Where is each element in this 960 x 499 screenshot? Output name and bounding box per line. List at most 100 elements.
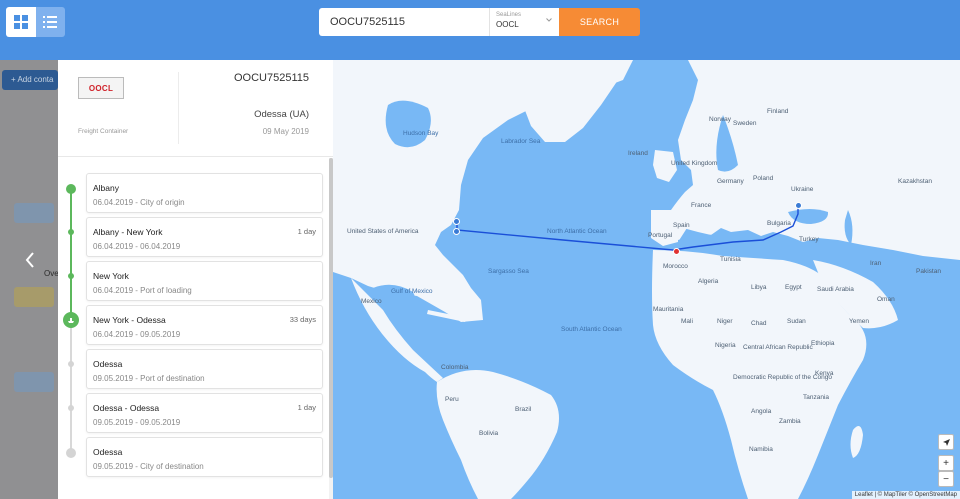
timeline-step[interactable]: Odessa 09.05.2019 - Port of destination — [86, 349, 323, 389]
destination-marker[interactable] — [795, 202, 802, 209]
greenland-landmass — [513, 60, 633, 142]
map-label: Nigeria — [715, 342, 736, 349]
grid-view-button[interactable] — [6, 7, 36, 37]
step-title: Albany — [93, 183, 119, 193]
zoom-in-button[interactable]: + — [938, 455, 954, 471]
list-view-button[interactable] — [35, 7, 65, 37]
timeline-step[interactable]: Albany 06.04.2019 - City of origin — [86, 173, 323, 213]
container-details-panel: OOCL Freight Container OOCU7525115 Odess… — [58, 60, 333, 499]
madagascar — [850, 426, 863, 458]
background-over-label: Ove — [44, 269, 59, 278]
map-label: Tunisia — [720, 256, 741, 263]
port-marker[interactable] — [453, 228, 460, 235]
panel-header: OOCL Freight Container OOCU7525115 Odess… — [58, 60, 333, 157]
map-label: Bulgaria — [767, 220, 791, 227]
sealine-value: OOCL — [496, 20, 519, 29]
map-label: Sudan — [787, 318, 806, 325]
container-number: OOCU7525115 — [233, 72, 309, 84]
timeline: Albany 06.04.2019 - City of origin Alban… — [58, 158, 333, 499]
map-label: Morocco — [663, 263, 688, 270]
step-title: Odessa - Odessa — [93, 403, 160, 413]
map-label: Angola — [751, 408, 772, 415]
origin-marker[interactable] — [453, 218, 460, 225]
map-label: Ukraine — [791, 186, 814, 193]
navigation-arrow-icon — [942, 438, 950, 446]
carrier-logo-text: OOCL — [88, 83, 114, 93]
top-bar: SeaLines OOCL SEARCH — [0, 0, 960, 44]
background-bar — [14, 203, 54, 223]
map-label: Bolivia — [479, 430, 499, 437]
carrier-logo: OOCL — [78, 77, 124, 99]
timeline-step[interactable]: Albany - New York 06.04.2019 - 06.04.201… — [86, 217, 323, 257]
search-input[interactable] — [330, 16, 478, 28]
map-label: Sargasso Sea — [488, 268, 529, 275]
timeline-step[interactable]: New York - Odessa 06.04.2019 - 09.05.201… — [86, 305, 323, 345]
background-bar — [14, 372, 54, 392]
chevron-down-icon — [546, 18, 552, 22]
map-label: Algeria — [698, 278, 719, 285]
map-label: Kazakhstan — [898, 178, 932, 185]
timeline-dot-completed — [66, 184, 76, 194]
current-position-marker[interactable] — [673, 248, 680, 255]
map-label: Portugal — [648, 232, 673, 239]
map-label: Mexico — [361, 298, 382, 305]
step-subtitle: 06.04.2019 - 06.04.2019 — [93, 242, 181, 251]
hudson-bay-water — [385, 100, 431, 148]
timeline-dot-pending — [68, 361, 74, 367]
map-label: United States of America — [347, 228, 419, 235]
timeline-step[interactable]: Odessa 09.05.2019 - City of destination — [86, 437, 323, 477]
map-label: South Atlantic Ocean — [561, 326, 622, 333]
step-subtitle: 09.05.2019 - City of destination — [93, 462, 204, 471]
map-label: Poland — [753, 175, 774, 182]
map-label: Zambia — [779, 418, 801, 425]
step-title: Odessa — [93, 447, 123, 457]
map-label: Niger — [717, 318, 733, 325]
map-label: Central African Republic — [743, 344, 813, 351]
map-label: Norway — [709, 116, 732, 123]
zoom-out-button[interactable]: − — [938, 471, 954, 487]
map-label: Finland — [767, 108, 789, 115]
map-attribution[interactable]: Leaflet | © MapTiler © OpenStreetMap — [851, 491, 960, 499]
map-base — [333, 60, 960, 499]
map-label: Saudi Arabia — [817, 286, 854, 293]
timeline-dot-pending — [68, 405, 74, 411]
sealine-select[interactable]: SeaLines OOCL — [489, 8, 559, 36]
timeline-progress-line — [70, 188, 72, 320]
timeline-step[interactable]: New York 06.04.2019 - Port of loading — [86, 261, 323, 301]
search-button[interactable]: SEARCH — [559, 8, 640, 36]
map-label: Spain — [673, 222, 690, 229]
map-label: Democratic Republic of the Congo — [733, 374, 832, 381]
step-duration: 33 days — [289, 315, 316, 324]
timeline-dot-completed — [68, 229, 74, 235]
grid-icon — [13, 15, 28, 29]
timeline-dot-completed — [68, 273, 74, 279]
freight-container-label: Freight Container — [78, 128, 129, 135]
timeline-dot-current — [63, 312, 79, 328]
step-subtitle: 06.04.2019 - Port of loading — [93, 286, 192, 295]
route-map[interactable]: Hudson Bay Labrador Sea United States of… — [333, 60, 960, 499]
map-label: Labrador Sea — [501, 138, 541, 145]
map-label: Sweden — [733, 120, 757, 127]
map-label: Oman — [877, 296, 895, 303]
chevron-left-icon[interactable] — [24, 251, 36, 269]
sealine-label: SeaLines — [496, 12, 522, 18]
map-label: Yemen — [849, 318, 869, 325]
step-duration: 1 day — [297, 227, 316, 236]
map-label: Namibia — [749, 446, 773, 453]
timeline-dot-pending — [66, 448, 76, 458]
header-divider — [178, 72, 179, 144]
step-title: New York - Odessa — [93, 315, 166, 325]
search-field[interactable] — [319, 8, 489, 36]
map-label: Germany — [717, 178, 744, 185]
map-label: Gulf of Mexico — [391, 288, 433, 295]
step-title: New York — [93, 271, 129, 281]
timeline-step[interactable]: Odessa - Odessa 09.05.2019 - 09.05.2019 … — [86, 393, 323, 433]
dimmed-background — [0, 60, 60, 499]
step-title: Odessa — [93, 359, 123, 369]
map-label: Egypt — [785, 284, 802, 291]
destination-date: 09 May 2019 — [262, 127, 309, 136]
locate-button[interactable] — [938, 434, 954, 450]
map-label: North Atlantic Ocean — [547, 228, 607, 235]
map-label: Mauritania — [653, 306, 684, 313]
view-toggle — [6, 7, 65, 37]
